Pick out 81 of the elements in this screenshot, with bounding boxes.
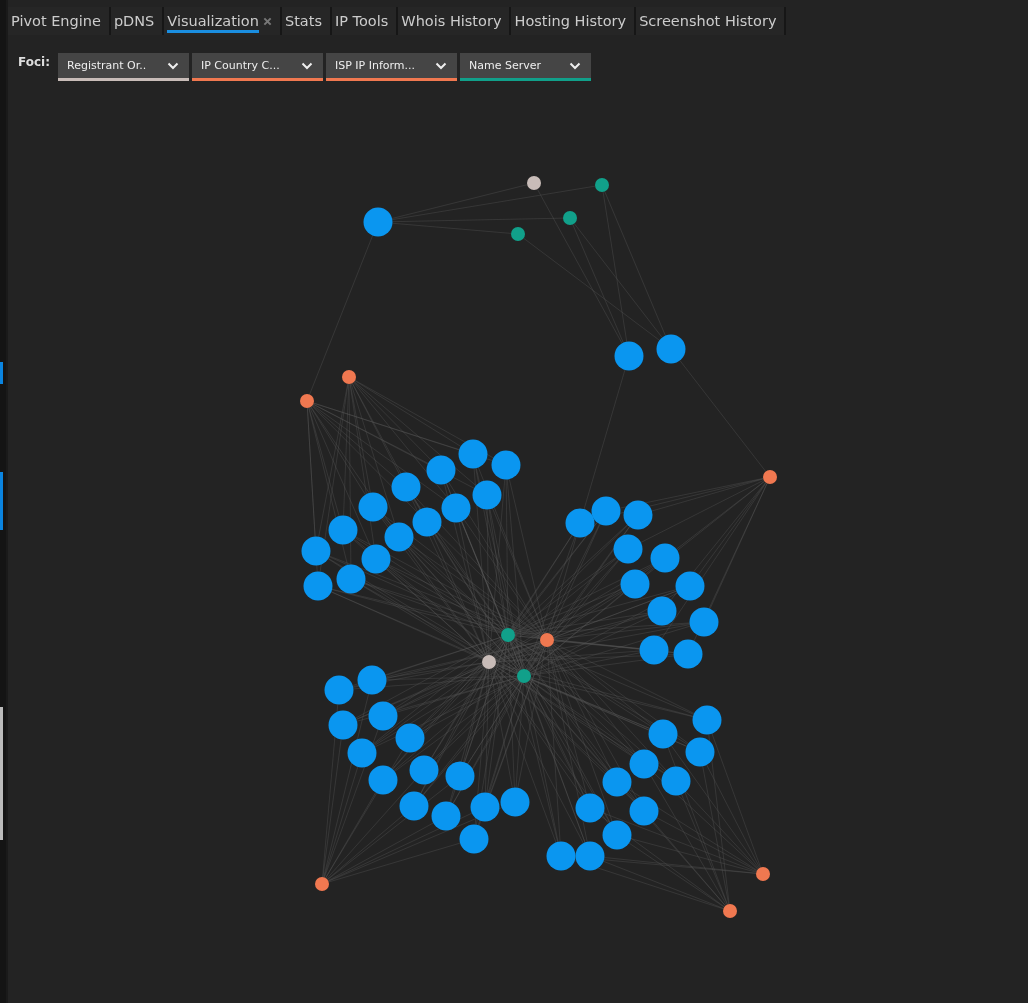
graph-node bbox=[395, 723, 425, 753]
graph-node bbox=[426, 455, 456, 485]
graph-node bbox=[500, 787, 530, 817]
graph-node bbox=[300, 394, 314, 408]
graph-node bbox=[361, 544, 391, 574]
foci-dropdown[interactable]: ISP IP Inform... bbox=[326, 53, 457, 81]
tab[interactable]: Whois History bbox=[398, 7, 512, 35]
graph-node bbox=[661, 766, 691, 796]
graph-node bbox=[685, 737, 715, 767]
sidebar-indicator bbox=[0, 362, 3, 384]
foci-label: Foci: bbox=[18, 54, 50, 69]
graph-node bbox=[689, 607, 719, 637]
graph-node bbox=[458, 439, 488, 469]
graph-node bbox=[546, 841, 576, 871]
graph-node bbox=[412, 507, 442, 537]
graph-node bbox=[540, 633, 554, 647]
graph-node bbox=[324, 675, 354, 705]
graph-node bbox=[315, 877, 329, 891]
graph-node bbox=[301, 536, 331, 566]
graph-node bbox=[595, 178, 609, 192]
chevron-down-icon bbox=[167, 61, 179, 70]
graph-node bbox=[656, 334, 686, 364]
graph-node bbox=[368, 765, 398, 795]
graph-node bbox=[363, 207, 393, 237]
graph-node bbox=[575, 841, 605, 871]
graph-node bbox=[511, 227, 525, 241]
sidebar-indicator bbox=[0, 472, 3, 530]
graph-node bbox=[328, 515, 358, 545]
graph-node bbox=[358, 492, 388, 522]
graph-node bbox=[342, 370, 356, 384]
graph-node bbox=[629, 796, 659, 826]
graph-node bbox=[303, 571, 333, 601]
graph-node bbox=[482, 655, 496, 669]
tab[interactable]: Visualization bbox=[164, 7, 282, 35]
chevron-down-icon bbox=[301, 61, 313, 70]
graph-node bbox=[368, 701, 398, 731]
foci-dropdown[interactable]: IP Country C... bbox=[192, 53, 323, 81]
graph-node bbox=[591, 496, 621, 526]
graph-node bbox=[639, 635, 669, 665]
graph-node bbox=[328, 710, 358, 740]
graph-node bbox=[602, 820, 632, 850]
graph-node bbox=[445, 761, 475, 791]
graph-node bbox=[431, 801, 461, 831]
graph-node bbox=[648, 719, 678, 749]
graph-node bbox=[459, 824, 489, 854]
graph-node bbox=[723, 904, 737, 918]
chevron-down-icon bbox=[569, 61, 581, 70]
graph-node bbox=[647, 596, 677, 626]
graph-node bbox=[602, 767, 632, 797]
graph-node bbox=[650, 543, 680, 573]
close-icon[interactable] bbox=[262, 16, 272, 26]
graph-node bbox=[563, 211, 577, 225]
graph-node bbox=[336, 564, 366, 594]
graph-node bbox=[357, 665, 387, 695]
graph-node bbox=[472, 480, 502, 510]
graph-node bbox=[501, 628, 515, 642]
foci-dropdown[interactable]: Registrant Or.. bbox=[58, 53, 189, 81]
graph-node bbox=[347, 738, 377, 768]
graph-node bbox=[756, 867, 770, 881]
graph-node bbox=[623, 500, 653, 530]
graph-node bbox=[517, 669, 531, 683]
graph-node bbox=[384, 522, 414, 552]
graph-node bbox=[763, 470, 777, 484]
graph-node bbox=[675, 571, 705, 601]
graph-node bbox=[629, 749, 659, 779]
graph-node bbox=[399, 791, 429, 821]
graph-node bbox=[527, 176, 541, 190]
graph-node bbox=[391, 472, 421, 502]
graph-node bbox=[673, 639, 703, 669]
foci-dropdown[interactable]: Name Server bbox=[460, 53, 591, 81]
graph-node bbox=[575, 793, 605, 823]
graph-node bbox=[441, 493, 471, 523]
graph-node bbox=[565, 508, 595, 538]
chevron-down-icon bbox=[435, 61, 447, 70]
graph-node bbox=[620, 569, 650, 599]
graph-node bbox=[692, 705, 722, 735]
graph-node bbox=[491, 450, 521, 480]
graph-node bbox=[470, 792, 500, 822]
graph-node bbox=[409, 755, 439, 785]
graph-node bbox=[613, 534, 643, 564]
graph-node bbox=[614, 341, 644, 371]
